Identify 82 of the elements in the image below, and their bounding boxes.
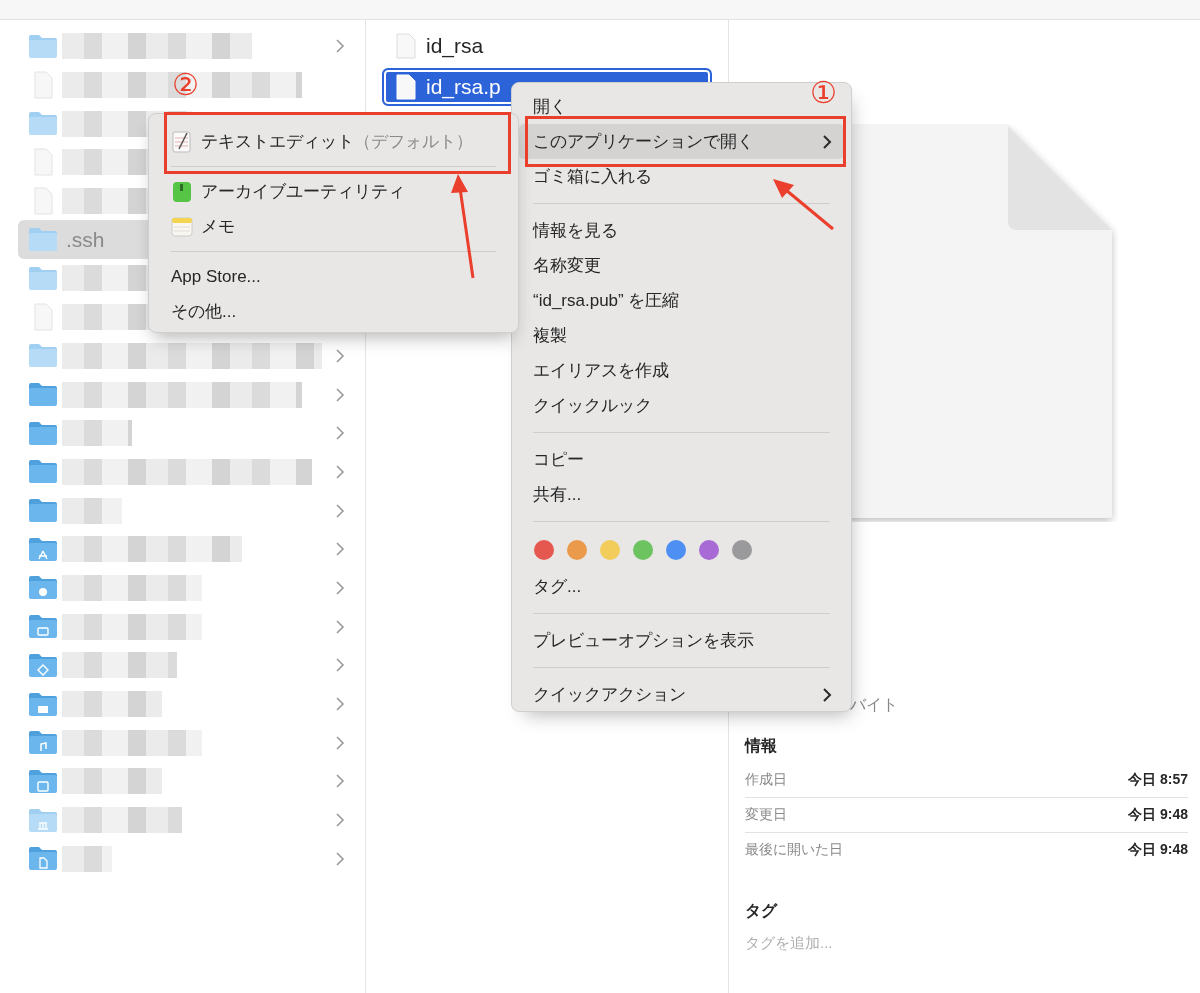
menu-item[interactable]: タグ... (533, 575, 582, 598)
chevron-icon (335, 851, 345, 866)
chevron-icon (335, 813, 345, 828)
info-value: 今日 8:57 (1128, 771, 1188, 789)
folder-icon (28, 652, 58, 678)
menu-item[interactable]: クイックルック (533, 394, 652, 417)
menu-item[interactable]: テキストエディット（デフォルト） (169, 124, 498, 159)
menu-item[interactable]: App Store... (169, 259, 498, 294)
file-list-item[interactable]: id_rsa (382, 27, 712, 65)
chevron-icon (335, 39, 345, 54)
blurred-text-drawing (62, 845, 112, 872)
folder-icon (28, 265, 58, 291)
file-icon (396, 33, 416, 59)
blurred-text-drawing (62, 420, 132, 447)
highlighted-menu-item[interactable]: このアプリケーションで開く (519, 124, 844, 159)
chevron-icon (335, 658, 345, 673)
chevron-icon (335, 735, 345, 750)
chevron-icon (335, 580, 345, 595)
folder-icon (28, 420, 58, 446)
menu-item[interactable]: コピー (533, 448, 584, 471)
chevron-icon (335, 774, 345, 789)
chevron-icon (335, 542, 345, 557)
chevron-icon (335, 619, 345, 634)
folder-icon (28, 730, 58, 756)
file-size: バイト (850, 695, 899, 715)
menu-item[interactable]: ゴミ箱に入れる (533, 165, 652, 188)
tags-heading: タグ (745, 901, 779, 921)
menu-item[interactable]: 名称変更 (533, 254, 601, 277)
folder-icon (28, 33, 58, 59)
menu-item[interactable]: 開く (533, 95, 567, 118)
chevron-icon (335, 464, 345, 479)
folder-icon (28, 575, 58, 601)
step-number: ② (172, 70, 199, 100)
menu-item[interactable]: エイリアスを作成 (533, 359, 669, 382)
folder-icon (28, 498, 58, 524)
folder-icon (28, 768, 58, 794)
chevron-icon (335, 503, 345, 518)
menu-item[interactable]: 複製 (533, 324, 567, 347)
notepad-icon (171, 215, 193, 238)
folder-icon (28, 846, 58, 872)
menu-item[interactable]: アーカイブユーティリティ (169, 174, 498, 209)
tag-color-dot[interactable] (665, 539, 687, 561)
menu-item[interactable]: メモ (169, 209, 498, 244)
chevron-icon (335, 697, 345, 712)
file-icon (396, 74, 416, 100)
tag-color-dot[interactable] (632, 539, 654, 561)
info-heading: 情報 (745, 736, 778, 756)
folder-icon (28, 382, 58, 408)
info-value: 今日 9:48 (1128, 806, 1188, 824)
blurred-text-drawing (62, 497, 122, 524)
tag-color-dot[interactable] (599, 539, 621, 561)
menu-item[interactable]: クイックアクション (533, 683, 686, 706)
annotation-arrow (770, 176, 836, 232)
info-label: 変更日 (745, 806, 787, 824)
tag-input-field[interactable]: タグを追加... (745, 934, 945, 951)
info-value: 今日 9:48 (1128, 841, 1188, 859)
info-label: 作成日 (745, 771, 787, 789)
chevron-icon (335, 387, 345, 402)
menu-item[interactable]: 共有... (533, 483, 582, 506)
folder-icon (28, 536, 58, 562)
archive-icon (171, 180, 193, 203)
info-label: 最後に開いた日 (745, 841, 843, 859)
folder-icon (28, 459, 58, 485)
tag-color-dot[interactable] (533, 539, 555, 561)
tag-color-dot[interactable] (731, 539, 753, 561)
tag-color-dot[interactable] (698, 539, 720, 561)
folder-icon (28, 227, 58, 253)
notepad-icon (171, 130, 193, 153)
folder-name: .ssh (66, 227, 105, 252)
menu-item[interactable]: “id_rsa.pub” を圧縮 (533, 289, 680, 312)
menu-item[interactable]: プレビューオプションを表示 (533, 629, 754, 652)
folder-icon (28, 343, 58, 369)
tag-color-dot[interactable] (566, 539, 588, 561)
folder-icon (28, 691, 58, 717)
chevron-icon (335, 426, 345, 441)
folder-icon (28, 111, 58, 137)
folder-icon (28, 807, 58, 833)
menu-item[interactable]: その他... (169, 294, 498, 329)
folder-icon (28, 614, 58, 640)
step-number: ① (810, 78, 837, 108)
menu-item[interactable]: 情報を見る (533, 219, 618, 242)
chevron-icon (335, 348, 345, 363)
